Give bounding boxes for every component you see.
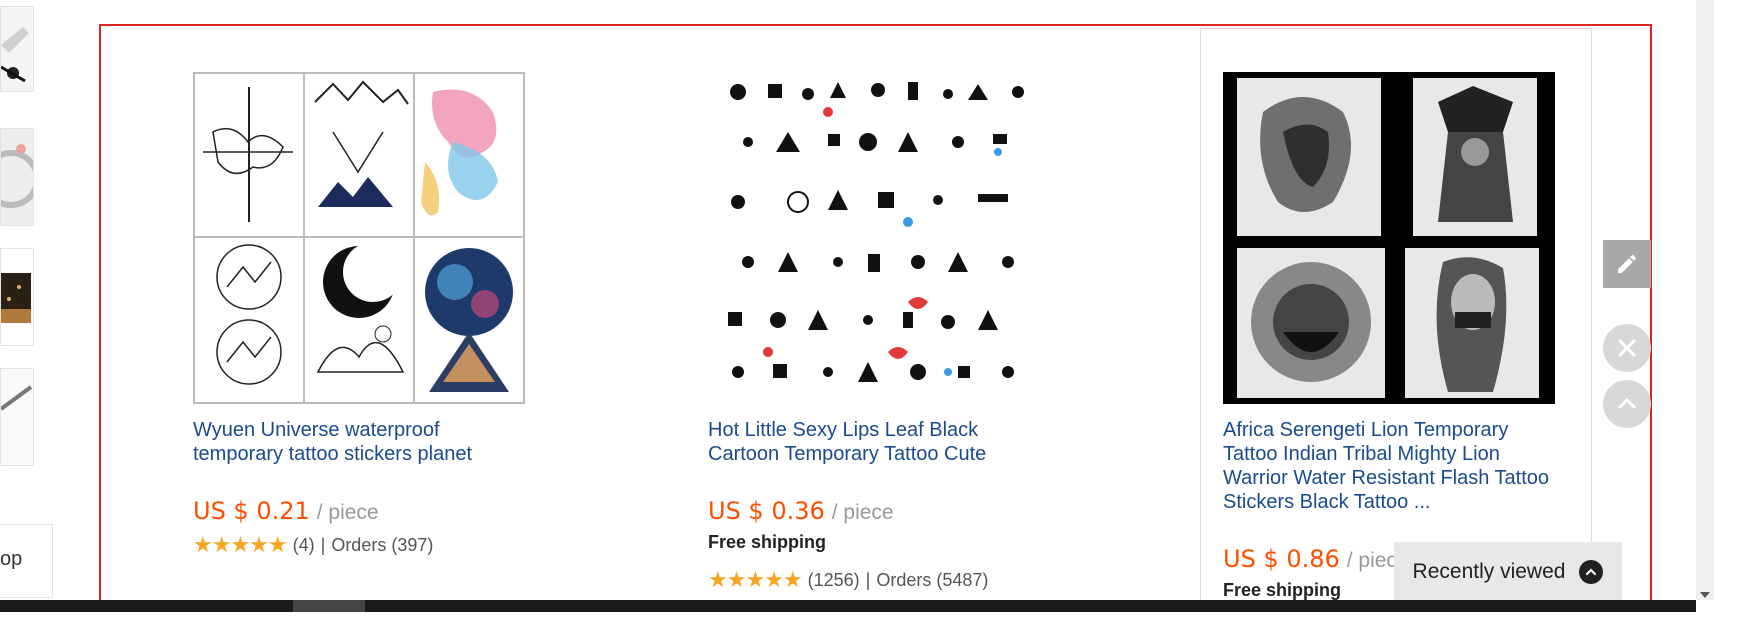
orders-count-1: Orders (397) [331,534,434,555]
scroll-to-top-button[interactable] [1603,380,1651,428]
shop-link-label[interactable]: op [0,548,22,571]
horizontal-scrollbar[interactable] [0,600,1696,612]
close-icon [1618,339,1636,357]
chevron-up-icon [1618,398,1636,409]
product-price-1: US $ 0.21 [193,497,310,525]
shipping-info-2: Free shipping [708,532,827,552]
product-price-2: US $ 0.36 [708,497,825,525]
product-title-3[interactable]: Africa Serengeti Lion Temporary Tattoo I… [1223,418,1563,514]
scroll-down-arrow-icon[interactable] [1700,592,1710,598]
thumbnail-3[interactable] [0,248,34,346]
product-image-3[interactable] [1223,72,1555,404]
product-title-1[interactable]: Wyuen Universe waterproof temporary tatt… [193,418,533,466]
rating-row-2: ★★★★★ (1256) | Orders (5487) [708,567,1048,593]
product-card-2[interactable]: Hot Little Sexy Lips Leaf Black Cartoon … [708,72,1048,593]
thumbnail-2[interactable] [0,128,34,226]
price-row-2: US $ 0.36 / piece [708,496,1048,528]
product-title-2[interactable]: Hot Little Sexy Lips Leaf Black Cartoon … [708,418,1048,466]
chevron-up-icon [1579,560,1604,584]
price-row-1: US $ 0.21 / piece [193,496,533,528]
orders-count-2: Orders (5487) [876,569,989,590]
review-count-2[interactable]: (1256) [808,570,860,591]
page-bottom-margin [0,612,1750,635]
product-card-1[interactable]: Wyuen Universe waterproof temporary tatt… [193,72,533,558]
thumbnail-1[interactable] [0,6,34,92]
rating-stars-2: ★★★★★ [708,567,803,592]
vertical-scrollbar[interactable] [1696,0,1714,600]
product-price-3: US $ 0.86 [1223,545,1340,573]
horizontal-scroll-thumb[interactable] [293,600,365,612]
close-button[interactable] [1603,324,1651,372]
price-unit-2: / piece [831,501,894,524]
thumbnail-4[interactable] [0,368,34,466]
separator-2: | [865,569,871,590]
rating-stars-1: ★★★★★ [193,532,288,557]
price-unit-1: / piece [316,501,379,524]
product-card-3[interactable]: Africa Serengeti Lion Temporary Tattoo I… [1223,72,1563,601]
recently-viewed-label: Recently viewed [1412,560,1566,583]
review-count-1[interactable]: (4) [293,535,315,556]
pencil-icon [1618,254,1636,273]
product-image-1[interactable] [193,72,525,404]
product-image-2[interactable] [708,72,1040,404]
edit-button[interactable] [1603,240,1651,288]
left-thumbnail-strip: op [0,0,60,600]
recently-viewed-button[interactable]: Recently viewed [1394,542,1622,602]
rating-row-1: ★★★★★ (4) | Orders (397) [193,532,533,558]
separator-1: | [320,534,326,555]
